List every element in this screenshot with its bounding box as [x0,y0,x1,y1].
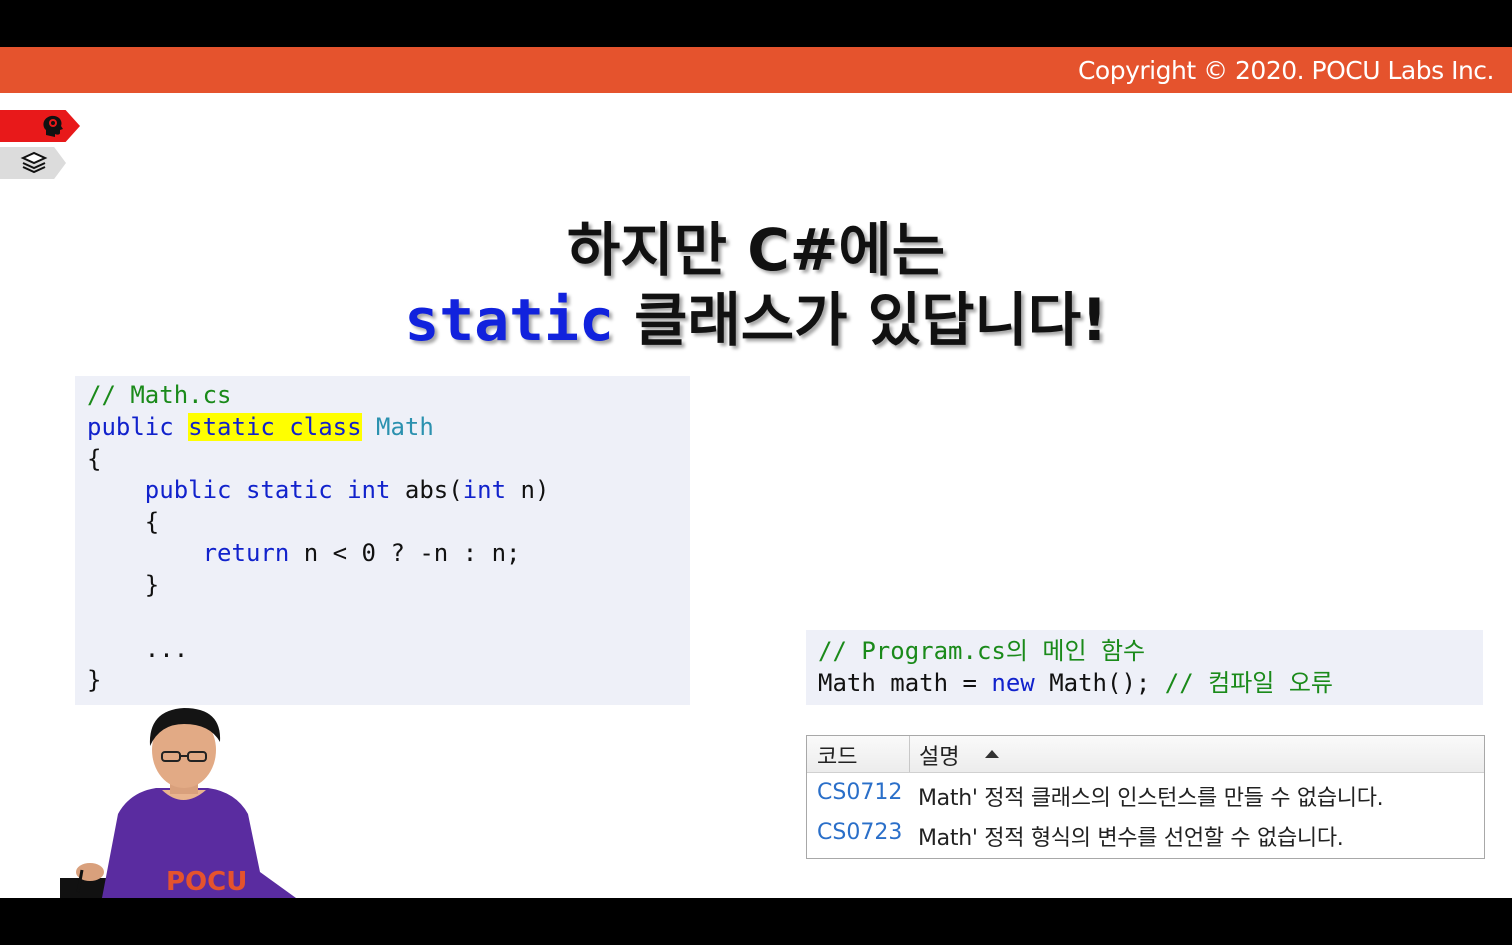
error-list-header: 코드 설명 [807,736,1484,773]
books-stack-icon [20,151,48,174]
code-line: Math math = new Math(); // 컴파일 오류 [818,667,1333,699]
code-line: public static int abs(int n) [87,474,550,506]
error-row[interactable]: CS0712 Math' 정적 클래스의 인스턴스를 만들 수 없습니다. [807,776,1484,814]
title-line-2-rest: 클래스가 있답니다! [613,286,1108,354]
error-row[interactable]: CS0723 Math' 정적 형식의 변수를 선언할 수 없습니다. [807,816,1484,854]
error-description: Math' 정적 클래스의 인스턴스를 만들 수 없습니다. [918,786,1384,811]
code-text: Math(); [1034,669,1165,697]
math-class-code-block: // Math.cs public static class Math { pu… [75,376,690,705]
code-line: // Math.cs [87,379,232,411]
code-line: // Program.cs의 메인 함수 [818,635,1145,667]
error-list-table: 코드 설명 CS0712 Math' 정적 클래스의 인스턴스를 만들 수 없습… [806,735,1485,859]
code-line: ... [87,635,189,663]
code-keyword: new [991,669,1035,697]
code-text: n) [506,476,550,504]
sidebar-tab-concept[interactable] [0,110,80,142]
presenter-video: POCU [60,708,296,898]
column-divider[interactable] [909,736,910,772]
code-line: } [87,666,102,694]
error-code-link[interactable]: CS0723 [817,820,902,845]
code-keyword: return [202,539,290,567]
error-code-link[interactable]: CS0712 [817,780,902,805]
title-line-1: 하지만 C#에는 [566,216,946,284]
shirt-logo-text: POCU [166,867,247,897]
code-line: { [87,445,102,473]
code-line: { [87,508,160,536]
code-comment: // Math.cs [87,381,232,409]
code-comment: // 컴파일 오류 [1164,669,1333,697]
sidebar-tab-lessons[interactable] [0,147,66,179]
slide: Copyright © 2020. POCU Labs Inc. 하지만 C#에… [0,47,1512,898]
highlighted-keyword: static class [188,413,362,441]
code-keyword: int [462,476,507,504]
code-line: } [87,571,160,599]
code-keyword: public [87,413,189,441]
error-description: Math' 정적 형식의 변수를 선언할 수 없습니다. [918,826,1344,851]
code-type-name: Math [376,413,434,441]
code-keyword: public static int [144,476,391,504]
program-code-block: // Program.cs의 메인 함수 Math math = new Mat… [806,630,1483,705]
code-comment: // Program.cs의 메인 함수 [818,637,1146,665]
slide-title: 하지만 C#에는 static 클래스가 있답니다! [0,215,1512,355]
column-header-code[interactable]: 코드 [817,739,857,771]
title-keyword: static [404,286,614,354]
code-text: abs( [390,476,463,504]
copyright-text: Copyright © 2020. POCU Labs Inc. [1077,56,1495,85]
title-line-2: static 클래스가 있답니다! [0,285,1512,355]
code-text: n < 0 ? -n : n; [289,539,521,567]
code-text: Math math = [818,669,992,697]
code-line: public static class Math [87,411,434,443]
sort-ascending-icon[interactable] [985,750,999,758]
brain-head-icon [43,115,63,137]
column-header-description[interactable]: 설명 [919,739,959,771]
letterbox-bottom [0,898,1512,945]
code-line: return n < 0 ? -n : n; [87,537,521,569]
header-bar: Copyright © 2020. POCU Labs Inc. [0,47,1512,93]
